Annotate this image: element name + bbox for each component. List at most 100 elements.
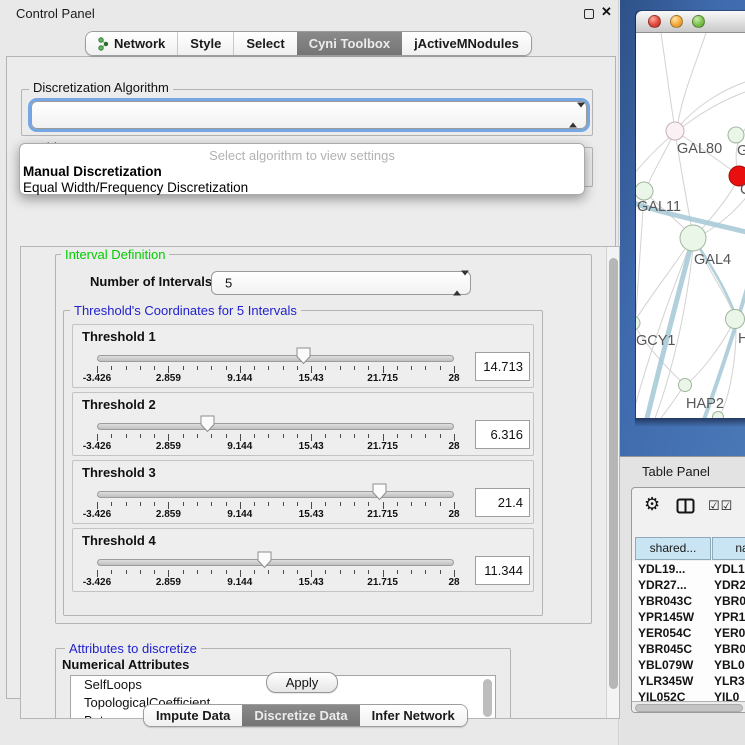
slider-scale-label: 21.715 xyxy=(358,441,408,452)
slider-tick xyxy=(226,570,227,574)
slider-tick xyxy=(340,502,341,506)
tab-impute-data[interactable]: Impute Data xyxy=(144,705,242,726)
network-edge xyxy=(636,387,683,418)
slider-tick xyxy=(340,434,341,438)
tab-jactivemnodules[interactable]: jActiveMNodules xyxy=(402,32,531,55)
dropdown-option[interactable]: Equal Width/Frequency Discretization xyxy=(20,180,584,196)
table-row[interactable]: YDL19...YDL1 xyxy=(632,561,745,577)
slider-thumb[interactable] xyxy=(296,347,311,370)
minimize-traffic-light-icon[interactable] xyxy=(670,15,683,28)
slider-tick xyxy=(311,366,312,373)
algorithm-combobox[interactable] xyxy=(31,101,587,129)
slider-tick xyxy=(254,570,255,574)
GCY1-node[interactable] xyxy=(636,316,640,330)
slider-thumb[interactable] xyxy=(200,415,215,438)
numerical-attributes-label: Numerical Attributes xyxy=(62,657,189,672)
table-row[interactable]: YLR345WYLR3 xyxy=(632,673,745,689)
slider-tick xyxy=(411,570,412,574)
node-label: GAL80 xyxy=(677,141,722,157)
slider-tick xyxy=(368,570,369,574)
GAL80-node[interactable] xyxy=(666,122,684,140)
threshold-label: Threshold 4 xyxy=(82,533,156,548)
table-row[interactable]: YER054CYER0 xyxy=(632,625,745,641)
HAP2-node[interactable] xyxy=(679,379,692,392)
threshold-panel: Threshold 2-3.4262.8599.14415.4321.71528… xyxy=(72,392,534,456)
slider-tick xyxy=(354,434,355,438)
slider-tick xyxy=(183,570,184,574)
vertical-scrollbar-thumb[interactable] xyxy=(609,258,618,689)
slider-tick xyxy=(283,502,284,506)
tab-discretize-data[interactable]: Discretize Data xyxy=(242,705,359,726)
float-window-icon[interactable] xyxy=(584,9,594,19)
slider-tick xyxy=(211,502,212,506)
slider-scale-label: 21.715 xyxy=(358,577,408,588)
network-window-titlebar[interactable] xyxy=(636,11,745,33)
slider-track[interactable] xyxy=(97,491,454,498)
tab-network[interactable]: Network xyxy=(86,32,177,55)
slider-track[interactable] xyxy=(97,559,454,566)
threshold-value-field[interactable]: 6.316 xyxy=(475,420,530,449)
dropdown-prompt: Select algorithm to view settings xyxy=(20,147,584,164)
slider-tick xyxy=(397,570,398,574)
horizontal-scrollbar-track[interactable] xyxy=(632,701,745,713)
dropdown-option[interactable]: Manual Discretization xyxy=(20,164,584,180)
cell-shared-name: YBR043C xyxy=(638,594,692,608)
network-edge xyxy=(677,33,706,129)
table-row[interactable]: YBR045CYBR0 xyxy=(632,641,745,657)
network-canvas[interactable]: GAL80GACGAL11GAL4GCY1HHAP2 xyxy=(636,33,745,418)
table-row[interactable]: YPR145WYPR1 xyxy=(632,609,745,625)
top-tab-bar: NetworkStyleSelectCyni ToolboxjActiveMNo… xyxy=(85,31,532,56)
attributes-group-label: Attributes to discretize xyxy=(65,641,201,656)
tab-cyni-toolbox[interactable]: Cyni Toolbox xyxy=(297,32,402,55)
slider-track[interactable] xyxy=(97,423,454,430)
cell-shared-name: YDL19... xyxy=(638,562,685,576)
network-edge xyxy=(646,131,675,189)
threshold-panel: Threshold 4-3.4262.8599.14415.4321.71528… xyxy=(72,528,534,592)
table-header: shared...na xyxy=(632,537,745,560)
zoom-traffic-light-icon[interactable] xyxy=(692,15,705,28)
H-node[interactable] xyxy=(726,310,745,329)
slider-tick xyxy=(283,434,284,438)
table-row[interactable]: YDR27...YDR2 xyxy=(632,577,745,593)
slider-thumb[interactable] xyxy=(372,483,387,506)
settings-scroll-area: Interval Definition Number of Intervals … xyxy=(20,246,620,719)
slider-track[interactable] xyxy=(97,355,454,362)
column-header[interactable]: na xyxy=(712,537,745,560)
threshold-value-field[interactable]: 14.713 xyxy=(475,352,530,381)
cell-name: YBR0 xyxy=(714,642,745,656)
list-scrollbar[interactable] xyxy=(483,679,492,717)
tab-infer-network[interactable]: Infer Network xyxy=(360,705,467,726)
GAL4-node[interactable] xyxy=(680,225,706,251)
number-of-intervals-combobox[interactable]: 5 xyxy=(211,271,471,295)
table-row[interactable]: YBL079WYBL0 xyxy=(632,657,745,673)
slider-tick xyxy=(97,366,98,373)
GAL11-node[interactable] xyxy=(636,182,653,200)
slider-tick xyxy=(154,570,155,574)
top-right-node[interactable] xyxy=(728,127,744,143)
slider-thumb[interactable] xyxy=(257,551,272,574)
slider-tick xyxy=(268,434,269,438)
apply-button[interactable]: Apply xyxy=(266,672,338,693)
node-label: GA xyxy=(737,143,745,159)
table-body: YDL19...YDL1YDR27...YDR2YBR043CYBR0YPR14… xyxy=(632,561,745,702)
column-header[interactable]: shared... xyxy=(635,537,711,560)
close-traffic-light-icon[interactable] xyxy=(648,15,661,28)
split-view-icon[interactable] xyxy=(676,498,695,519)
table-row[interactable]: YBR043C YBR0 xyxy=(632,593,745,609)
close-icon[interactable]: ✕ xyxy=(601,4,612,20)
horizontal-scrollbar-thumb[interactable] xyxy=(635,704,743,712)
threshold-value-field[interactable]: 11.344 xyxy=(475,556,530,585)
column-checkbox-icons[interactable]: ☑☑ xyxy=(708,498,733,514)
tab-select[interactable]: Select xyxy=(233,32,296,55)
slider-scale-label: -3.426 xyxy=(72,577,122,588)
slider-scale-label: 21.715 xyxy=(358,373,408,384)
slider-tick xyxy=(325,434,326,438)
control-panel: Control Panel ✕ NetworkStyleSelectCyni T… xyxy=(0,0,619,745)
settings-gear-icon[interactable]: ⚙ xyxy=(644,495,660,513)
slider-tick xyxy=(440,502,441,506)
threshold-value-field[interactable]: 21.4 xyxy=(475,488,530,517)
cell-name: YBR0 xyxy=(714,594,745,608)
vertical-scrollbar-track[interactable] xyxy=(606,247,620,719)
discretization-algorithm-label: Discretization Algorithm xyxy=(29,80,173,95)
tab-style[interactable]: Style xyxy=(177,32,233,55)
